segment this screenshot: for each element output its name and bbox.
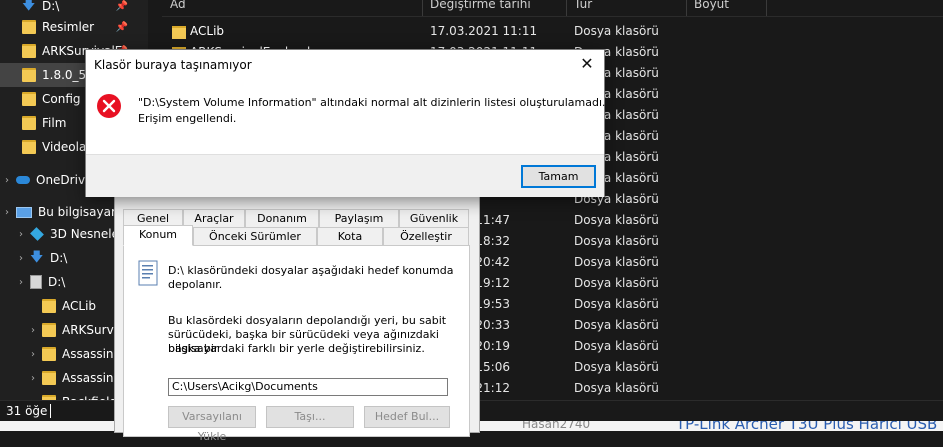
column-divider[interactable] bbox=[422, 0, 423, 16]
tab[interactable]: Donanım bbox=[245, 209, 319, 228]
file-type: Dosya klasörü bbox=[574, 297, 659, 311]
folder-icon bbox=[22, 68, 36, 82]
tab[interactable]: Özelleştir bbox=[383, 227, 469, 246]
body-text-line1: Bu klasördeki dosyaların depolandığı yer… bbox=[168, 314, 447, 327]
chevron-right-icon[interactable]: › bbox=[16, 253, 26, 264]
error-message: "D:\System Volume Information" altındaki… bbox=[138, 96, 606, 109]
file-type: Dosya klasörü bbox=[574, 234, 659, 248]
file-date: 15:06 bbox=[475, 360, 510, 374]
nav-item-label: 3D Nesneler bbox=[50, 227, 124, 241]
file-type: Dosya klasörü bbox=[574, 213, 659, 227]
file-date: 18:32 bbox=[475, 234, 510, 248]
chevron-right-icon[interactable]: › bbox=[16, 229, 26, 240]
restore-default-button[interactable]: Varsayılanı Yükle bbox=[168, 406, 256, 443]
tab[interactable]: Önceki Sürümler bbox=[193, 227, 317, 246]
file-type: Dosya klasörü bbox=[574, 24, 659, 38]
column-divider[interactable] bbox=[566, 0, 567, 16]
cloud-icon bbox=[16, 176, 30, 184]
tab[interactable]: Güvenlik bbox=[399, 209, 469, 228]
column-divider[interactable] bbox=[766, 0, 767, 16]
column-headers: Ad Değiştirme tarihi Tür Boyut bbox=[162, 0, 943, 17]
arrow-down-icon: 🡇 bbox=[22, 0, 36, 13]
column-header-name[interactable]: Ad bbox=[170, 0, 186, 11]
find-target-button[interactable]: Hedef Bul... bbox=[364, 406, 450, 428]
chevron-right-icon[interactable]: › bbox=[28, 349, 38, 360]
status-divider bbox=[50, 404, 51, 418]
file-type: Dosya klasörü bbox=[574, 318, 659, 332]
pin-icon[interactable]: 📌 bbox=[116, 1, 128, 12]
folder-icon bbox=[22, 44, 36, 58]
arrow-down-icon: 🡇 bbox=[30, 250, 44, 265]
properties-dialog: D:\ klasöründeki dosyalar aşağıdaki hede… bbox=[114, 192, 480, 443]
file-type: Dosya klasörü bbox=[574, 276, 659, 290]
nav-item-label: Film bbox=[42, 116, 67, 130]
column-header-date[interactable]: Değiştirme tarihi bbox=[430, 0, 531, 11]
file-date: 17.03.2021 11:11 bbox=[430, 24, 538, 38]
computer-icon bbox=[16, 206, 32, 218]
folder-icon bbox=[42, 299, 56, 313]
item-count: 31 öğe bbox=[6, 404, 48, 418]
folder-icon bbox=[22, 116, 36, 130]
chevron-right-icon[interactable]: › bbox=[16, 277, 26, 288]
chevron-right-icon[interactable]: › bbox=[28, 325, 38, 336]
error-icon bbox=[97, 94, 121, 118]
dialog-footer: Tamam bbox=[86, 154, 604, 197]
file-name: ACLib bbox=[190, 24, 225, 38]
nav-item-label: D:\ bbox=[48, 275, 66, 289]
intro-text-line2: depolanır. bbox=[168, 278, 223, 291]
chevron-right-icon[interactable]: › bbox=[2, 207, 12, 218]
folder-icon bbox=[42, 347, 56, 361]
folder-icon bbox=[42, 323, 56, 337]
nav-item-label: D:\ bbox=[50, 251, 68, 265]
folder-icon bbox=[22, 140, 36, 154]
tab[interactable]: Kota bbox=[317, 227, 383, 246]
body-text-line3: bilgisayardaki farklı bir yerle değiştir… bbox=[168, 342, 425, 355]
file-type: Dosya klasörü bbox=[574, 255, 659, 269]
file-date: 21:12 bbox=[475, 381, 510, 395]
folder-icon bbox=[172, 26, 186, 39]
location-tab-panel: D:\ klasöründeki dosyalar aşağıdaki hede… bbox=[123, 245, 470, 443]
move-button[interactable]: Taşı... bbox=[266, 406, 354, 428]
tab[interactable]: Konum bbox=[123, 225, 193, 246]
column-divider[interactable] bbox=[686, 0, 687, 16]
error-dialog: Klasör buraya taşınamıyor ✕ "D:\System V… bbox=[85, 49, 606, 197]
close-icon[interactable]: ✕ bbox=[576, 54, 598, 74]
forum-username: Hasan2740 bbox=[522, 421, 591, 431]
folder-icon bbox=[42, 371, 56, 385]
cube-icon bbox=[30, 227, 44, 241]
intro-text-line1: D:\ klasöründeki dosyalar aşağıdaki hede… bbox=[168, 264, 454, 277]
column-header-size[interactable]: Boyut bbox=[694, 0, 729, 11]
document-icon bbox=[138, 260, 158, 286]
tab[interactable]: Paylaşım bbox=[319, 209, 399, 228]
error-detail: Erişim engellendi. bbox=[138, 112, 237, 125]
chevron-right-icon[interactable]: › bbox=[2, 175, 12, 186]
target-path-input[interactable] bbox=[168, 378, 448, 396]
nav-item-label: OneDrive bbox=[36, 173, 93, 187]
nav-item-label: Bu bilgisayar bbox=[38, 205, 116, 219]
nav-item-label: Videolar bbox=[42, 140, 92, 154]
column-header-type[interactable]: Tür bbox=[574, 0, 592, 11]
drive-icon bbox=[30, 275, 42, 289]
nav-item-label: Config bbox=[42, 92, 81, 106]
forum-thread-title[interactable]: TP-Link Archer T3U Plus Harici USB bbox=[676, 421, 937, 431]
nav-item[interactable]: Resimler 📌 bbox=[0, 15, 148, 39]
file-type: Dosya klasörü bbox=[574, 381, 659, 395]
file-row[interactable]: ACLib 17.03.2021 11:11 Dosya klasörü bbox=[162, 21, 943, 42]
file-type: Dosya klasörü bbox=[574, 360, 659, 374]
ok-button[interactable]: Tamam bbox=[521, 165, 596, 188]
folder-icon bbox=[22, 92, 36, 106]
nav-item-label: ACLib bbox=[62, 299, 97, 313]
nav-item-label: D:\ bbox=[42, 0, 60, 13]
folder-icon bbox=[22, 20, 36, 34]
chevron-right-icon[interactable]: › bbox=[28, 373, 38, 384]
dialog-title: Klasör buraya taşınamıyor bbox=[94, 58, 252, 72]
nav-item-label: Resimler bbox=[42, 20, 95, 34]
pin-icon[interactable]: 📌 bbox=[116, 22, 128, 33]
file-type: Dosya klasörü bbox=[574, 339, 659, 353]
